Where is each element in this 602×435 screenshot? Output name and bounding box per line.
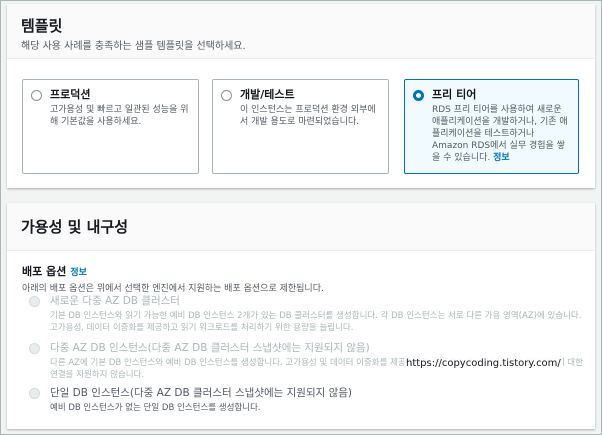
watermark-text: https://copycoding.tistory.com/ <box>404 357 563 370</box>
template-tile-devtest[interactable]: 개발/테스트 이 인스턴스는 프로덕션 환경 외부에서 개발 용도로 마련되었습… <box>212 79 389 174</box>
template-title-free-tier: 프리 티어 <box>432 88 477 101</box>
template-tile-production[interactable]: 프로덕션 고가용성 및 빠르고 일관된 성능을 위해 기본값을 사용하세요. <box>22 79 199 174</box>
template-text-production: 고가용성 및 빠르고 일관된 성능을 위해 기본값을 사용하세요. <box>50 105 189 127</box>
deploy-options-label: 배포 옵션 정보 <box>22 263 324 279</box>
deploy-options-label-text: 배포 옵션 <box>22 265 67 278</box>
template-tile-free-tier[interactable]: 프리 티어 RDS 프리 티어를 사용하여 새로운 애플리케이션을 개발하거나,… <box>404 79 579 174</box>
radio-production[interactable] <box>31 89 42 101</box>
deploy-option-single-instance[interactable]: 단일 DB 인스턴스(다중 AZ DB 클러스터 스냅샷에는 지원되지 않음) … <box>29 387 585 414</box>
deploy-options-section: 배포 옵션 정보 아래의 배포 옵션은 위에서 선택한 엔진에서 지원하는 배포 … <box>22 263 324 294</box>
template-tiles: 프로덕션 고가용성 및 빠르고 일관된 성능을 위해 기본값을 사용하세요. 개… <box>22 79 580 174</box>
template-title-production: 프로덕션 <box>50 88 91 101</box>
availability-panel: 가용성 및 내구성 배포 옵션 정보 아래의 배포 옵션은 위에서 선택한 엔진에… <box>7 203 595 429</box>
templates-panel: 템플릿 해당 사용 사례를 충족하는 샘플 템플릿을 선택하세요. 프로덕션 고… <box>7 4 595 188</box>
availability-title: 가용성 및 내구성 <box>21 218 129 236</box>
template-text-free-tier: RDS 프리 티어를 사용하여 새로운 애플리케이션을 개발하거나, 기존 애플… <box>432 104 570 164</box>
radio-single-instance[interactable] <box>29 388 40 399</box>
option-text-single-instance: 예비 DB 인스턴스가 없는 단일 DB 인스턴스를 생성합니다. <box>50 403 261 413</box>
template-text-devtest: 이 인스턴스는 프로덕션 환경 외부에서 개발 용도로 마련되었습니다. <box>240 105 376 127</box>
deploy-options-description: 아래의 배포 옵션은 위에서 선택한 엔진에서 지원하는 배포 옵션으로 제한됩… <box>22 284 324 294</box>
availability-header: 가용성 및 내구성 <box>7 203 595 251</box>
template-title-devtest: 개발/테스트 <box>240 88 295 101</box>
templates-header: 템플릿 해당 사용 사례를 충족하는 샘플 템플릿을 선택하세요. <box>7 4 595 59</box>
radio-free-tier[interactable] <box>413 89 424 101</box>
templates-description: 해당 사용 사례를 충족하는 샘플 템플릿을 선택하세요. <box>21 41 246 52</box>
option-title-multi-az-cluster: 새로운 다중 AZ DB 클러스터 <box>50 295 180 307</box>
option-text-multi-az-cluster: 기본 DB 인스턴스와 읽기 가능한 예비 DB 인스턴스 2개가 있는 DB … <box>50 311 582 333</box>
radio-multi-az-instance[interactable] <box>29 343 40 354</box>
deploy-info-link[interactable]: 정보 <box>70 268 87 278</box>
radio-devtest[interactable] <box>221 89 232 101</box>
deploy-option-multi-az-cluster[interactable]: 새로운 다중 AZ DB 클러스터 기본 DB 인스턴스와 읽기 가능한 예비 … <box>29 295 585 334</box>
option-title-single-instance: 단일 DB 인스턴스(다중 AZ DB 클러스터 스냅샷에는 지원되지 않음) <box>50 387 353 399</box>
radio-multi-az-cluster[interactable] <box>29 296 40 307</box>
templates-title: 템플릿 <box>21 17 63 35</box>
info-link-free-tier[interactable]: 정보 <box>493 153 510 163</box>
option-title-multi-az-instance: 다중 AZ DB 인스턴스(다중 AZ DB 클러스터 스냅샷에는 지원되지 않… <box>50 342 370 354</box>
